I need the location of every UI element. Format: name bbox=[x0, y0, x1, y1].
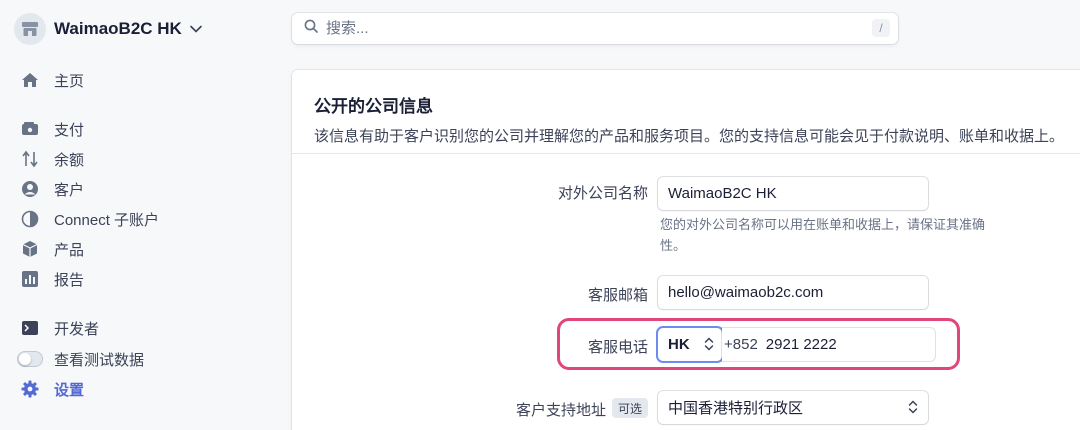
address-country-value: 中国香港特别行政区 bbox=[668, 400, 804, 417]
nav-item-settings[interactable]: 设置 bbox=[20, 376, 84, 402]
store-icon bbox=[14, 13, 46, 45]
nav-item-home[interactable]: 主页 bbox=[20, 67, 84, 93]
toggle-switch[interactable] bbox=[17, 351, 43, 367]
section-title: 公开的公司信息 bbox=[314, 97, 433, 116]
chevron-down-icon bbox=[190, 25, 202, 33]
public-name-help: 您的对外公司名称可以用在账单和收据上，请保证其准确 性。 bbox=[660, 214, 1020, 256]
nav-item-customers[interactable]: 客户 bbox=[20, 176, 84, 202]
email-input[interactable] bbox=[668, 284, 928, 301]
public-name-label: 对外公司名称 bbox=[557, 185, 648, 202]
support-phone-label: 客服电话 bbox=[587, 339, 648, 356]
account-name: WaimaoB2C HK bbox=[54, 19, 182, 38]
nav-item-label: 余额 bbox=[54, 151, 85, 169]
connect-icon bbox=[20, 209, 40, 229]
nav-item-developers[interactable]: 开发者 bbox=[20, 315, 99, 341]
address-country-select[interactable]: 中国香港特别行政区 bbox=[658, 391, 928, 424]
phone-number-field[interactable]: +852 bbox=[722, 328, 935, 361]
public-name-input[interactable] bbox=[668, 185, 928, 202]
public-name-field[interactable] bbox=[658, 177, 928, 210]
search-bar[interactable]: / bbox=[292, 13, 898, 44]
nav-item-label: 产品 bbox=[54, 241, 85, 259]
user-icon bbox=[20, 179, 40, 199]
support-email-label: 客服邮箱 bbox=[587, 287, 648, 304]
phone-country-code: HK bbox=[668, 336, 690, 353]
nav-item-label: 主页 bbox=[54, 72, 85, 90]
search-shortcut-key: / bbox=[872, 19, 890, 37]
support-address-label: 客户支持地址 bbox=[515, 402, 606, 419]
wallet-icon bbox=[20, 119, 40, 139]
nav-item-label: 支付 bbox=[54, 121, 85, 139]
nav-item-connect[interactable]: Connect 子账户 bbox=[20, 206, 159, 232]
terminal-icon bbox=[20, 318, 40, 338]
nav-item-products[interactable]: 产品 bbox=[20, 236, 84, 262]
gear-icon bbox=[20, 379, 40, 399]
home-icon bbox=[20, 70, 40, 90]
nav-item-balances[interactable]: 余额 bbox=[20, 146, 84, 172]
nav-item-label: 查看测试数据 bbox=[54, 351, 145, 369]
section-description: 该信息有助于客户识别您的公司并理解您的产品和服务项目。您的支持信息可能会见于付款… bbox=[314, 128, 1065, 145]
search-icon bbox=[304, 19, 318, 38]
account-switcher[interactable]: WaimaoB2C HK bbox=[14, 12, 202, 46]
help-text-line: 性。 bbox=[660, 238, 687, 253]
nav-item-payments[interactable]: 支付 bbox=[20, 116, 84, 142]
bar-chart-icon bbox=[20, 269, 40, 289]
sidebar: WaimaoB2C HK 主页 支付 余额 客户 Connect 子账户 产品 … bbox=[0, 0, 282, 430]
test-data-toggle[interactable]: 查看测试数据 bbox=[17, 346, 144, 372]
nav-item-label: 设置 bbox=[54, 381, 85, 399]
phone-number-input[interactable] bbox=[765, 336, 916, 353]
nav-item-reports[interactable]: 报告 bbox=[20, 266, 84, 292]
phone-prefix: +852 bbox=[724, 336, 758, 353]
support-email-field[interactable] bbox=[658, 276, 928, 309]
help-text-line: 您的对外公司名称可以用在账单和收据上，请保证其准确 bbox=[660, 217, 986, 232]
search-input[interactable] bbox=[326, 20, 846, 37]
arrows-icon bbox=[20, 149, 40, 169]
updown-chevron-icon bbox=[704, 336, 714, 357]
box-icon bbox=[20, 239, 40, 259]
phone-country-select[interactable]: HK bbox=[658, 328, 722, 361]
nav-item-label: 开发者 bbox=[54, 320, 100, 338]
optional-badge: 可选 bbox=[612, 398, 649, 418]
updown-chevron-icon bbox=[908, 399, 918, 419]
card-header: 公开的公司信息 该信息有助于客户识别您的公司并理解您的产品和服务项目。您的支持信… bbox=[292, 70, 1080, 154]
nav-item-label: Connect 子账户 bbox=[54, 211, 160, 229]
nav-item-label: 报告 bbox=[54, 271, 85, 289]
nav-item-label: 客户 bbox=[54, 181, 85, 199]
